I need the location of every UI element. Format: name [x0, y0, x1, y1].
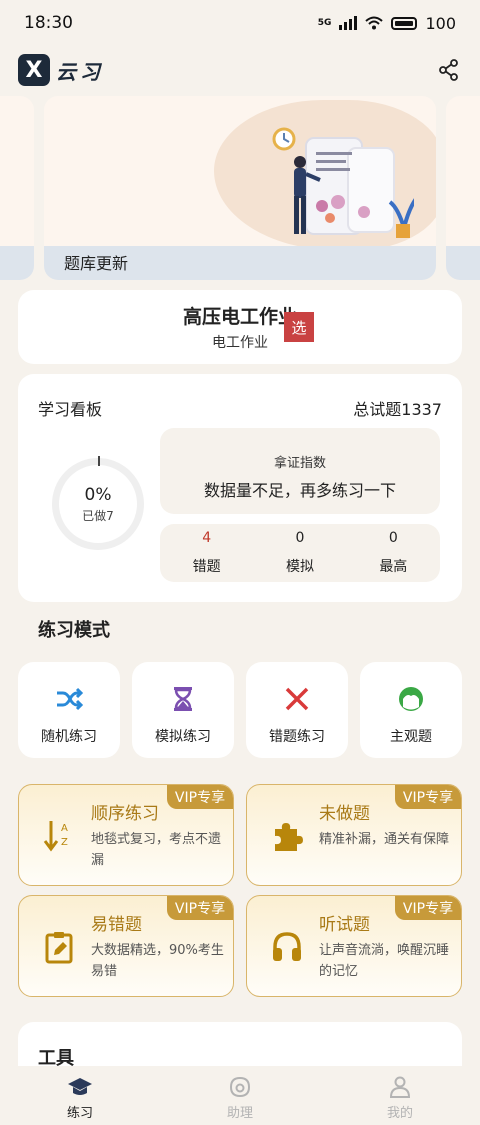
wifi-icon [365, 16, 384, 30]
vip-card-title: 顺序练习 [91, 804, 159, 824]
battery-icon [391, 16, 418, 30]
stats-row: 4 错题 0 模拟 0 最高 [160, 524, 440, 582]
listen-questions-card[interactable]: VIP专享 听试题 让声音流淌，唤醒沉睡的记忆 [246, 895, 462, 997]
mode-label: 错题练习 [269, 729, 325, 745]
random-practice-button[interactable]: 随机练习 [18, 662, 120, 758]
banner-prev[interactable] [0, 96, 34, 280]
banner-carousel[interactable]: 题库更新 [0, 96, 480, 282]
vip-badge: VIP专享 [167, 785, 233, 809]
banner-illustration [272, 127, 414, 238]
subject-card[interactable]: 高压电工作业 电工作业 选 [18, 290, 462, 364]
stat-value: 0 [295, 530, 305, 546]
tab-practice[interactable]: 练习 [30, 1066, 130, 1125]
svg-text:Z: Z [61, 837, 68, 848]
subject-subtitle: 电工作业 [212, 335, 268, 351]
done-count: 已做7 [82, 508, 114, 523]
stat-mock[interactable]: 0 模拟 [265, 530, 335, 576]
bottom-tab-bar: 练习 助理 我的 [0, 1066, 480, 1125]
cert-index-message: 数据量不足，再多练习一下 [203, 481, 396, 500]
user-icon [389, 1076, 411, 1098]
tab-label: 助理 [226, 1106, 253, 1121]
vip-card-desc: 精准补漏，通关有保障 [319, 832, 450, 847]
banner-label: 题库更新 [64, 254, 129, 273]
study-board: 学习看板 总试题1337 0% 已做7 拿证指数 数据量不足，再多练习一下 4 … [18, 374, 462, 602]
mock-practice-button[interactable]: 模拟练习 [132, 662, 234, 758]
vip-badge: VIP专享 [395, 896, 461, 920]
stat-label: 模拟 [285, 559, 314, 575]
stat-label: 错题 [192, 559, 221, 575]
tab-profile[interactable]: 我的 [350, 1066, 450, 1125]
vip-card-desc: 大数据精选，90%考生易错 [91, 943, 224, 979]
app-logo: X 云习 [18, 54, 104, 86]
cert-index-box: 拿证指数 数据量不足，再多练习一下 [160, 428, 440, 514]
select-subject-button[interactable]: 选 [284, 312, 314, 342]
wrong-practice-button[interactable]: 错题练习 [246, 662, 348, 758]
stat-value: 4 [202, 530, 212, 546]
banner-slide[interactable]: 题库更新 [44, 96, 436, 280]
hourglass-icon [174, 687, 192, 711]
tab-label: 练习 [66, 1106, 93, 1121]
tab-label: 我的 [386, 1106, 413, 1121]
board-title: 学习看板 [38, 400, 103, 419]
vip-card-title: 易错题 [91, 915, 142, 935]
vip-card-desc: 让声音流淌，唤醒沉睡的记忆 [319, 943, 450, 979]
status-bar: 18:30 5G 100 [0, 0, 480, 46]
svg-text:A: A [61, 823, 68, 834]
progress-ring-marker [98, 456, 100, 466]
mode-label: 主观题 [390, 729, 432, 745]
share-icon[interactable] [438, 59, 460, 81]
vip-card-title: 未做题 [319, 804, 370, 824]
face-icon [399, 687, 423, 711]
mode-label: 随机练习 [41, 729, 97, 745]
cert-index-label: 拿证指数 [273, 456, 326, 471]
network-label: 5G [317, 18, 332, 28]
signal-icon [339, 16, 358, 30]
tab-assistant[interactable]: 助理 [190, 1066, 290, 1125]
logo-mark: X [18, 54, 50, 86]
subject-title: 高压电工作业 [182, 306, 297, 328]
progress-ring: 0% 已做7 [52, 458, 144, 550]
vip-badge: VIP专享 [167, 896, 233, 920]
banner-next[interactable] [446, 96, 480, 280]
status-time: 18:30 [24, 13, 73, 33]
status-icons: 5G 100 [318, 14, 456, 33]
headphones-icon [273, 932, 301, 961]
puzzle-icon [275, 823, 303, 851]
stat-wrong[interactable]: 4 错题 [172, 530, 242, 576]
shuffle-icon [57, 687, 84, 711]
vip-card-title: 听试题 [319, 915, 370, 935]
unanswered-card[interactable]: VIP专享 未做题 精准补漏，通关有保障 [246, 784, 462, 886]
clipboard-edit-icon [45, 932, 73, 964]
graduation-cap-icon [68, 1078, 92, 1095]
stat-value: 0 [388, 530, 398, 546]
close-icon [285, 687, 309, 711]
stat-best[interactable]: 0 最高 [358, 530, 428, 576]
vip-badge: VIP专享 [395, 785, 461, 809]
board-total: 总试题1337 [353, 400, 442, 419]
practice-section-title: 练习模式 [38, 620, 110, 641]
logo-text: 云习 [56, 59, 104, 84]
battery-level: 100 [425, 13, 456, 33]
sort-az-icon: A Z [43, 821, 68, 852]
sequential-practice-card[interactable]: VIP专享 A Z 顺序练习 地毯式复习，考点不遗漏 [18, 784, 234, 886]
subjective-button[interactable]: 主观题 [360, 662, 462, 758]
progress-percent: 0% [84, 484, 112, 505]
vip-card-desc: 地毯式复习，考点不遗漏 [91, 832, 222, 868]
stat-label: 最高 [379, 559, 408, 575]
error-prone-card[interactable]: VIP专享 易错题 大数据精选，90%考生易错 [18, 895, 234, 997]
mode-label: 模拟练习 [155, 729, 211, 745]
app-header: X 云习 [0, 48, 480, 92]
assistant-icon [229, 1076, 251, 1098]
